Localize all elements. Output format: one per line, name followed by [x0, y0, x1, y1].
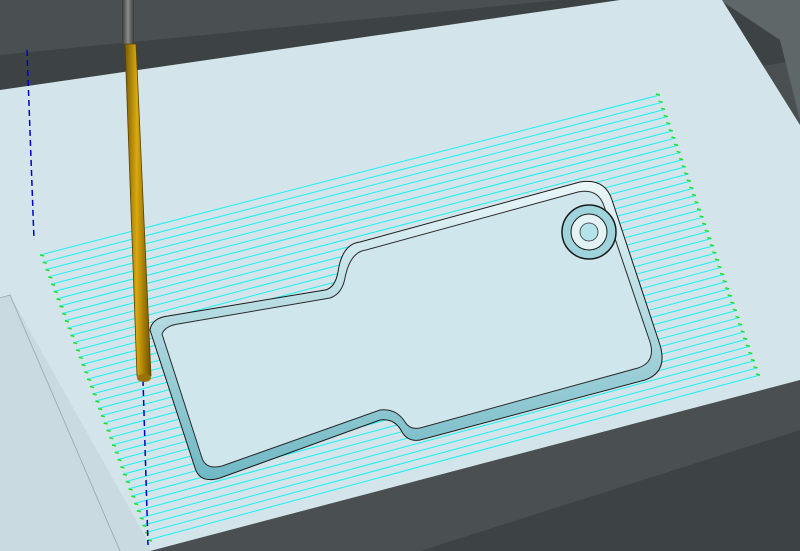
toolpath-end-segment	[725, 287, 730, 290]
toolpath-end-segment	[92, 393, 97, 396]
toolpath-end-segment	[61, 312, 67, 316]
toolpath-end-segment	[39, 254, 45, 257]
toolpath-end-segment	[48, 276, 53, 279]
toolpath-end-segment	[142, 524, 147, 528]
toolpath-end-segment	[73, 341, 78, 345]
toolpath-end-segment	[660, 107, 666, 111]
toolpath-end-segment	[128, 488, 133, 491]
toolpath-end-segment	[712, 251, 717, 254]
toolpath-end-segment	[81, 363, 86, 367]
toolpath-end-segment	[117, 458, 122, 462]
toolpath-end-segment	[111, 444, 117, 447]
toolpath-end-segment	[100, 415, 106, 418]
toolpath-end-segment	[668, 129, 674, 132]
toolpath-end-segment	[59, 305, 64, 308]
toolpath-end-segment	[748, 351, 753, 355]
toolpath-end-segment	[707, 236, 712, 240]
toolpath-end-segment	[730, 301, 735, 304]
toolpath-end-segment	[701, 222, 707, 225]
cam-simulation-viewport[interactable]	[0, 0, 800, 551]
toolpath-end-segment	[75, 349, 81, 352]
scene-canvas[interactable]	[0, 0, 800, 551]
toolpath-end-segment	[64, 320, 70, 323]
toolpath-end-segment	[737, 323, 743, 326]
toolpath-end-segment	[673, 143, 679, 146]
toolpath-end-segment	[740, 330, 745, 333]
toolpath-end-segment	[131, 495, 136, 498]
toolpath-end-segment	[666, 121, 671, 125]
toolpath-end-segment	[709, 244, 715, 247]
toolpath-end-segment	[133, 502, 139, 506]
toolpath-end-segment	[691, 193, 697, 197]
toolpath-end-segment	[120, 466, 125, 469]
toolpath-end-segment	[658, 100, 663, 103]
toolpath-end-segment	[742, 337, 748, 340]
toolpath-end-segment	[663, 114, 668, 118]
toolpath-end-segment	[125, 480, 131, 484]
toolpath-end-segment	[699, 215, 704, 218]
toolpath-end-segment	[753, 366, 758, 369]
toolpath-end-segment	[732, 308, 738, 312]
toolpath-end-segment	[735, 315, 740, 319]
toolpath-end-segment	[689, 186, 694, 190]
toolpath-end-segment	[78, 356, 83, 360]
toolpath-end-segment	[95, 400, 100, 403]
toolpath-end-segment	[139, 517, 144, 520]
toolpath-end-segment	[84, 371, 89, 374]
toolpath-end-segment	[727, 294, 732, 297]
camera-hole-center	[579, 222, 599, 242]
toolpath-end-segment	[696, 208, 702, 211]
toolpath-end-segment	[722, 279, 727, 283]
tool-tip	[137, 374, 151, 382]
toolpath-end-segment	[671, 136, 676, 139]
toolpath-end-segment	[136, 510, 142, 513]
tool-holder	[122, 0, 134, 44]
toolpath-end-segment	[676, 150, 681, 154]
toolpath-end-segment	[717, 265, 722, 269]
toolpath-end-segment	[67, 327, 72, 330]
toolpath-end-segment	[694, 200, 699, 204]
toolpath-end-segment	[686, 179, 691, 182]
toolpath-end-segment	[109, 436, 114, 440]
toolpath-end-segment	[122, 473, 128, 476]
toolpath-end-segment	[56, 298, 61, 301]
toolpath-end-segment	[89, 385, 95, 389]
toolpath-end-segment	[86, 378, 92, 381]
toolpath-end-segment	[70, 334, 75, 338]
toolpath-end-segment	[655, 93, 661, 96]
toolpath-end-segment	[678, 157, 684, 161]
toolpath-end-segment	[714, 258, 720, 261]
toolpath-end-segment	[42, 261, 47, 265]
toolpath-end-segment	[745, 344, 750, 348]
toolpath-end-segment	[103, 422, 108, 425]
toolpath-end-segment	[114, 451, 119, 455]
toolpath-end-segment	[755, 373, 761, 376]
toolpath-end-segment	[704, 229, 709, 233]
toolpath-end-segment	[97, 407, 103, 411]
toolpath-end-segment	[106, 429, 111, 433]
toolpath-end-segment	[719, 272, 725, 276]
toolpath-end-segment	[50, 283, 56, 286]
toolpath-end-segment	[684, 172, 689, 175]
toolpath-end-segment	[53, 290, 59, 294]
toolpath-end-segment	[750, 358, 756, 362]
toolpath-end-segment	[681, 165, 686, 168]
toolpath-end-segment	[45, 268, 50, 272]
